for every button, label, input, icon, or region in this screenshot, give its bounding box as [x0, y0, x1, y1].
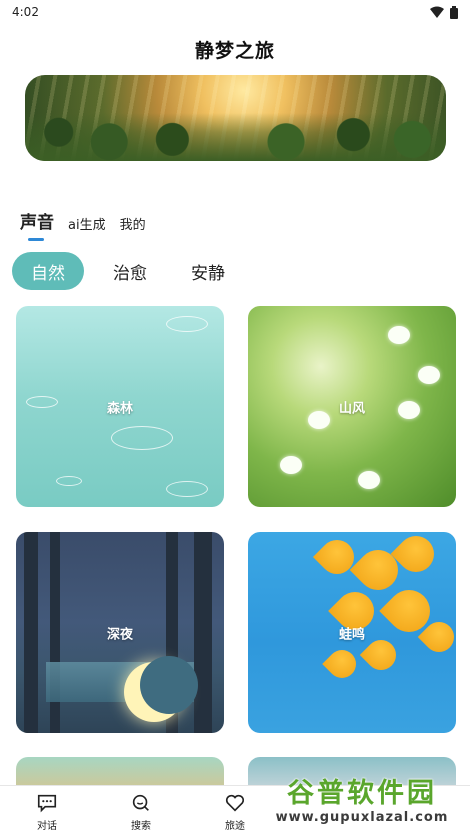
main-tabs: 声音 ai生成 我的 [20, 208, 146, 241]
watermark-url: www.gupuxlazal.com [275, 810, 449, 825]
heart-icon [225, 794, 245, 812]
flower-petal [388, 326, 410, 344]
moon-shadow [140, 656, 198, 714]
nav-label: 旅途 [225, 821, 245, 832]
category-chips: 自然 治愈 安静 [12, 252, 240, 290]
chip-nature[interactable]: 自然 [12, 252, 84, 290]
wifi-icon [430, 6, 444, 18]
treeline [25, 113, 446, 161]
battery-icon [450, 5, 458, 19]
nav-label: 搜索 [131, 821, 151, 832]
nav-chat[interactable]: 对话 [0, 786, 94, 838]
status-icons [430, 5, 458, 19]
rain-ripple [56, 476, 82, 486]
nav-label: 对话 [37, 821, 57, 832]
nav-search[interactable]: 搜索 [94, 786, 188, 838]
chip-quiet[interactable]: 安静 [176, 252, 240, 290]
chip-healing[interactable]: 治愈 [98, 252, 162, 290]
card-label: 深夜 [106, 627, 133, 642]
status-time: 4:02 [12, 5, 39, 19]
site-watermark: 谷普软件园 www.gupuxlazal.com [258, 762, 466, 834]
card-label: 山风 [338, 401, 365, 416]
flower-petal [280, 456, 302, 474]
search-icon [132, 794, 149, 811]
rain-ripple [111, 426, 173, 450]
flower-petal [418, 366, 440, 384]
sound-card-frog-croak[interactable]: 蛙鸣 [248, 532, 456, 733]
flower-petal [358, 471, 380, 489]
sound-card-late-night[interactable]: 深夜 [16, 532, 224, 733]
sound-card-mountain-wind[interactable]: 山风 [248, 306, 456, 507]
chat-icon [37, 794, 57, 813]
forest-banner [25, 75, 446, 161]
rain-ripple [166, 481, 208, 497]
watermark-title: 谷普软件园 [287, 778, 437, 809]
sound-card-forest[interactable]: 森林 [16, 306, 224, 507]
ginkgo-leaf [322, 644, 362, 684]
tab-ai-generate[interactable]: ai生成 [68, 214, 106, 233]
status-bar: 4:02 [0, 0, 470, 24]
tab-mine[interactable]: 我的 [120, 214, 146, 233]
rain-ripple [166, 316, 208, 332]
card-label: 蛙鸣 [338, 627, 365, 642]
card-label: 森林 [106, 401, 133, 416]
app-title: 静梦之旅 [194, 40, 275, 62]
tab-sound[interactable]: 声音 [20, 208, 54, 241]
